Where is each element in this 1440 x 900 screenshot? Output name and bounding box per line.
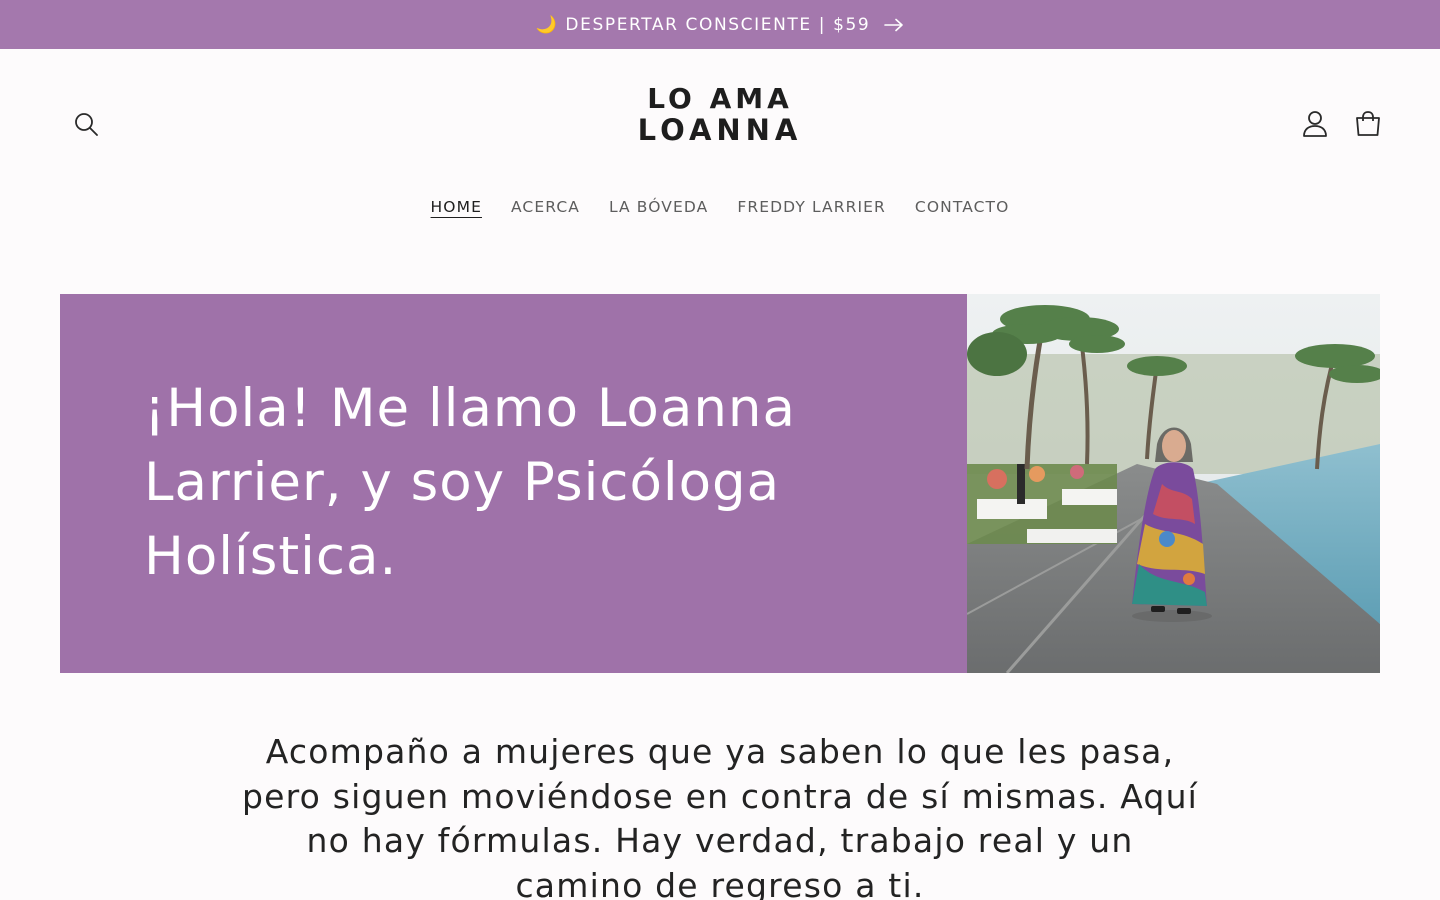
hero-heading: ¡Hola! Me llamo Loanna Larrier, y soy Ps… [144, 378, 796, 587]
search-button[interactable] [66, 104, 106, 144]
account-button[interactable] [1295, 104, 1335, 144]
hero-banner: ¡Hola! Me llamo Loanna Larrier, y soy Ps… [60, 294, 1380, 673]
nav-item-freddy-larrier[interactable]: FREDDY LARRIER [737, 198, 886, 216]
account-icon [1303, 111, 1327, 137]
site-logo[interactable]: LO AMA LOANNA [630, 85, 810, 145]
nav-item-home[interactable]: HOME [431, 198, 482, 216]
arrow-right-icon [884, 18, 904, 32]
nav-item-la-boveda[interactable]: LA BÓVEDA [609, 198, 708, 216]
cart-button[interactable] [1348, 104, 1388, 144]
announcement-bar[interactable]: 🌙 DESPERTAR CONSCIENTE | $59 [0, 0, 1440, 49]
site-header: LO AMA LOANNA [0, 49, 1440, 199]
cart-icon [1356, 111, 1380, 136]
logo-line-2: LOANNA [637, 113, 803, 147]
intro-text: Acompaño a mujeres que ya saben lo que l… [241, 732, 1199, 900]
logo-line-1: LO AMA [647, 82, 793, 115]
announcement-text: 🌙 DESPERTAR CONSCIENTE | $59 [535, 14, 871, 35]
hero-photo [967, 294, 1380, 673]
search-icon [75, 113, 98, 136]
main-nav: HOME ACERCA LA BÓVEDA FREDDY LARRIER CON… [0, 198, 1440, 216]
nav-item-contacto[interactable]: CONTACTO [915, 198, 1010, 216]
nav-item-acerca[interactable]: ACERCA [511, 198, 580, 216]
hero-text-panel: ¡Hola! Me llamo Loanna Larrier, y soy Ps… [60, 294, 967, 673]
